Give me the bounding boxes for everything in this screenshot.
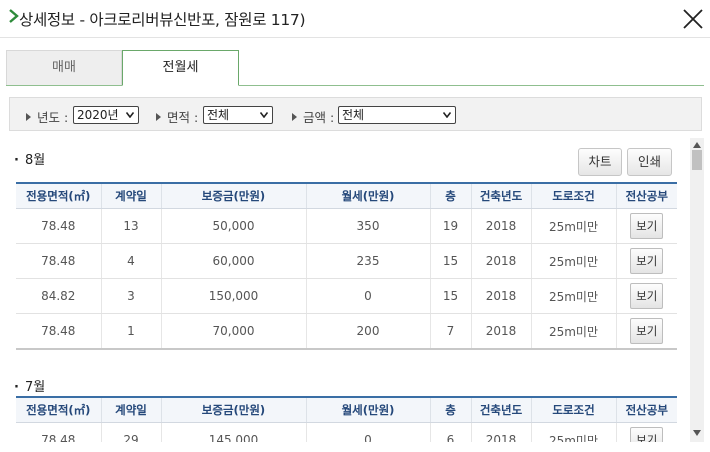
area-filter-label: 면적 : [156, 107, 198, 126]
column-header: 전산공부 [615, 182, 677, 209]
rent-cell: 200 [305, 313, 430, 350]
doc-cell: 보기 [615, 208, 677, 244]
column-header: 도로조건 [530, 182, 616, 209]
doc-cell: 보기 [615, 422, 677, 442]
scroll-up-arrow-icon[interactable] [693, 142, 701, 148]
area-cell: 78.48 [16, 243, 101, 279]
area-select[interactable]: 전체 [203, 106, 273, 124]
built-year-cell: 2018 [470, 278, 531, 314]
triangle-right-icon [26, 113, 31, 121]
floor-cell: 7 [429, 313, 471, 350]
print-button[interactable]: 인쇄 [627, 148, 672, 176]
road-cell: 25m미만 [530, 243, 616, 279]
year-select[interactable]: 2020년 [73, 106, 139, 124]
deposit-cell: 60,000 [160, 243, 306, 279]
deposit-cell: 150,000 [160, 278, 306, 314]
column-header: 건축년도 [470, 396, 531, 423]
dialog-title: 상세정보 - 아크로리버뷰신반포, 잠원로 117) [19, 11, 306, 29]
column-header: 월세(만원) [305, 182, 430, 209]
column-header: 전산공부 [615, 396, 677, 423]
table-row: 84.82 3 150,000 0 15 2018 25m미만 보기 [16, 278, 677, 314]
column-header: 층 [429, 396, 471, 423]
year-filter-label: 년도 : [26, 107, 68, 126]
tab-rent[interactable]: 전월세 [122, 50, 239, 86]
amount-filter-label: 금액 : [292, 107, 334, 126]
view-button[interactable]: 보기 [630, 213, 664, 239]
view-button[interactable]: 보기 [630, 248, 664, 274]
tab-sale[interactable]: 매매 [6, 50, 122, 85]
table-row: 78.48 4 60,000 235 15 2018 25m미만 보기 [16, 243, 677, 279]
chevron-down-icon [260, 112, 268, 118]
deposit-cell: 145,000 [160, 422, 306, 442]
triangle-right-icon [292, 113, 297, 121]
table-row: 78.48 1 70,000 200 7 2018 25m미만 보기 [16, 313, 677, 350]
column-header: 보증금(만원) [160, 182, 306, 209]
column-header: 월세(만원) [305, 396, 430, 423]
rent-cell: 350 [305, 208, 430, 244]
road-cell: 25m미만 [530, 208, 616, 244]
table-row: 78.48 13 50,000 350 19 2018 25m미만 보기 [16, 208, 677, 244]
floor-cell: 6 [429, 422, 471, 442]
title-bar: 상세정보 - 아크로리버뷰신반포, 잠원로 117) [0, 0, 710, 38]
table-header-row: 전용면적(㎡) 계약일 보증금(만원) 월세(만원) 층 건축년도 도로조건 전… [16, 182, 677, 209]
area-cell: 78.48 [16, 313, 101, 350]
floor-cell: 19 [429, 208, 471, 244]
rent-cell: 235 [305, 243, 430, 279]
triangle-right-icon [156, 113, 161, 121]
filter-bar: 년도 : 2020년 면적 : 전체 금액 : 전체 [9, 97, 702, 131]
column-header: 계약일 [100, 182, 161, 209]
column-header: 층 [429, 182, 471, 209]
month-heading: · 8월 [14, 153, 46, 168]
vertical-scrollbar[interactable] [690, 138, 704, 442]
road-cell: 25m미만 [530, 313, 616, 350]
day-cell: 1 [100, 313, 161, 350]
rent-cell: 0 [305, 278, 430, 314]
scroll-down-arrow-icon[interactable] [693, 430, 701, 436]
column-header: 전용면적(㎡) [16, 182, 101, 209]
chart-button[interactable]: 차트 [578, 148, 622, 176]
table-header-row: 전용면적(㎡) 계약일 보증금(만원) 월세(만원) 층 건축년도 도로조건 전… [16, 396, 677, 423]
column-header: 전용면적(㎡) [16, 396, 101, 423]
column-header: 계약일 [100, 396, 161, 423]
column-header: 도로조건 [530, 396, 616, 423]
day-cell: 13 [100, 208, 161, 244]
deposit-cell: 70,000 [160, 313, 306, 350]
close-icon[interactable] [680, 6, 706, 32]
scrollbar-thumb[interactable] [692, 150, 702, 170]
area-cell: 78.48 [16, 208, 101, 244]
deposit-cell: 50,000 [160, 208, 306, 244]
transaction-table-jul: 전용면적(㎡) 계약일 보증금(만원) 월세(만원) 층 건축년도 도로조건 전… [16, 396, 677, 442]
amount-select[interactable]: 전체 [338, 106, 456, 124]
view-button[interactable]: 보기 [630, 283, 664, 309]
view-button[interactable]: 보기 [630, 318, 664, 344]
transaction-list[interactable]: · 8월 차트 인쇄 전용면적(㎡) 계약일 보증금(만원) 월세(만원) 층 건… [0, 138, 690, 442]
area-cell: 78.48 [16, 422, 101, 442]
column-header: 보증금(만원) [160, 396, 306, 423]
day-cell: 4 [100, 243, 161, 279]
road-cell: 25m미만 [530, 422, 616, 442]
road-cell: 25m미만 [530, 278, 616, 314]
floor-cell: 15 [429, 278, 471, 314]
chevron-down-icon [443, 112, 451, 118]
column-header: 건축년도 [470, 182, 531, 209]
month-heading: · 7월 [14, 380, 46, 395]
built-year-cell: 2018 [470, 208, 531, 244]
view-button[interactable]: 보기 [630, 427, 664, 442]
tab-baseline [6, 85, 704, 86]
table-row: 78.48 29 145,000 0 6 2018 25m미만 보기 [16, 422, 677, 442]
transaction-table-aug: 전용면적(㎡) 계약일 보증금(만원) 월세(만원) 층 건축년도 도로조건 전… [16, 182, 677, 350]
day-cell: 29 [100, 422, 161, 442]
built-year-cell: 2018 [470, 313, 531, 350]
built-year-cell: 2018 [470, 422, 531, 442]
area-cell: 84.82 [16, 278, 101, 314]
built-year-cell: 2018 [470, 243, 531, 279]
floor-cell: 15 [429, 243, 471, 279]
day-cell: 3 [100, 278, 161, 314]
doc-cell: 보기 [615, 278, 677, 314]
chevron-down-icon [126, 112, 134, 118]
doc-cell: 보기 [615, 243, 677, 279]
tab-bar: 매매 전월세 [6, 50, 704, 86]
rent-cell: 0 [305, 422, 430, 442]
doc-cell: 보기 [615, 313, 677, 350]
